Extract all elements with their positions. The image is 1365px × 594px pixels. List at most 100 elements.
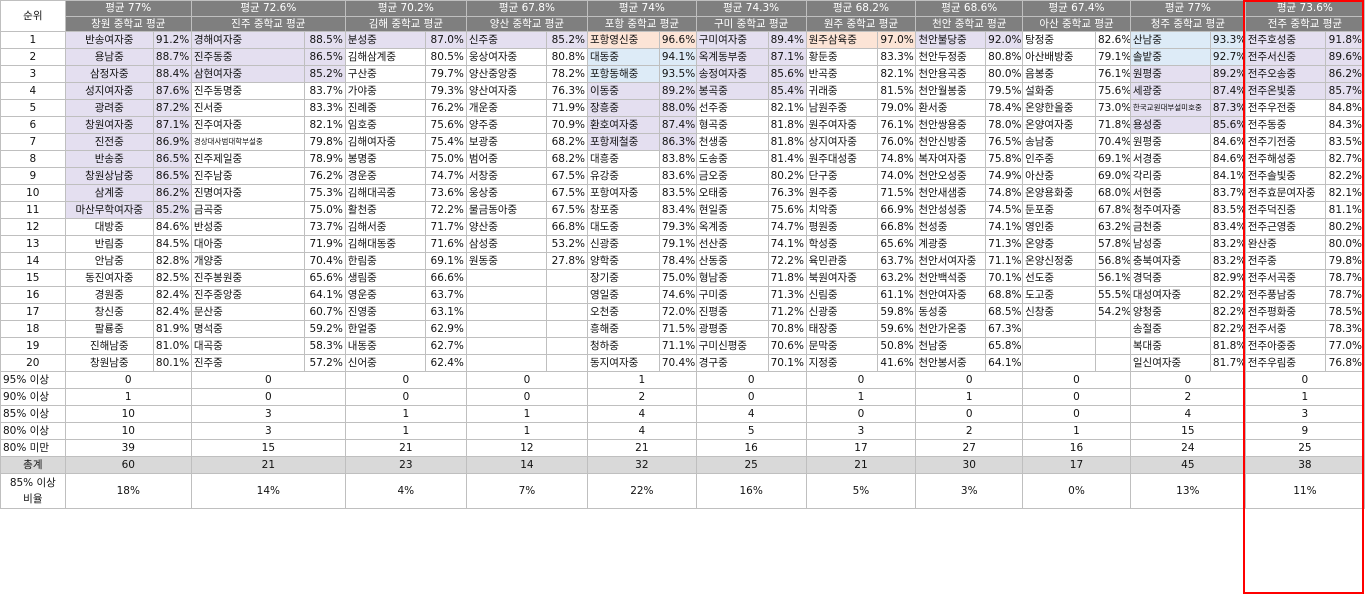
summary-count-cell[interactable]: 0 [695, 371, 807, 389]
summary-count-cell[interactable]: 21 [344, 439, 467, 457]
rate-cell[interactable]: 74.0% [877, 167, 917, 185]
rate-cell[interactable]: 76.0% [877, 133, 917, 151]
school-name-cell[interactable]: 성지여자중 [64, 82, 154, 100]
school-name-cell[interactable]: 원평중 [1129, 65, 1211, 83]
school-name-cell[interactable]: 원동중 [465, 252, 547, 270]
rate-cell[interactable]: 80.8% [985, 48, 1024, 66]
school-name-cell[interactable] [1022, 320, 1096, 338]
rate-cell[interactable]: 82.4% [152, 286, 192, 304]
school-name-cell[interactable] [465, 269, 547, 287]
rate-cell[interactable]: 79.3% [658, 218, 697, 236]
summary-count-cell[interactable]: 0 [1129, 371, 1246, 389]
rate-cell[interactable]: 68.5% [985, 303, 1024, 321]
school-name-cell[interactable]: 천안용곡중 [915, 65, 987, 83]
school-name-cell[interactable]: 진주중앙중 [190, 286, 305, 304]
school-name-cell[interactable]: 마산무학여자중 [64, 201, 154, 219]
school-name-cell[interactable]: 문막중 [805, 337, 879, 355]
school-name-cell[interactable]: 전주중 [1244, 252, 1326, 270]
rate-cell[interactable]: 85.2% [303, 65, 346, 83]
rate-cell[interactable]: 59.2% [303, 320, 346, 338]
school-name-cell[interactable]: 둔포중 [1022, 201, 1096, 219]
school-name-cell[interactable]: 진주봉원중 [190, 269, 305, 287]
rate-cell[interactable]: 74.1% [767, 235, 807, 253]
rate-cell[interactable]: 82.1% [303, 116, 346, 134]
school-name-cell[interactable]: 전주우림중 [1244, 354, 1326, 372]
school-name-cell[interactable]: 진명여자중 [190, 184, 305, 202]
school-name-cell[interactable]: 복자여자중 [915, 150, 987, 168]
school-name-cell[interactable]: 원주여자중 [805, 116, 879, 134]
rate-cell[interactable]: 82.8% [152, 252, 192, 270]
school-name-cell[interactable]: 신창중 [1022, 303, 1096, 321]
rate-cell[interactable]: 78.5% [1324, 303, 1365, 321]
rate-cell[interactable]: 66.8% [545, 218, 588, 236]
rate-cell[interactable]: 83.4% [658, 201, 697, 219]
school-name-cell[interactable]: 진례중 [344, 99, 426, 117]
rate-cell[interactable]: 71.5% [877, 184, 917, 202]
rate-cell[interactable]: 82.1% [767, 99, 807, 117]
school-name-cell[interactable]: 전주서곡중 [1244, 269, 1326, 287]
summary-count-cell[interactable]: 60 [64, 456, 192, 474]
school-name-cell[interactable]: 천안오성중 [915, 167, 987, 185]
school-name-cell[interactable]: 천안신방중 [915, 133, 987, 151]
school-name-cell[interactable]: 반송여자중 [64, 31, 154, 49]
school-name-cell[interactable]: 창포중 [586, 201, 660, 219]
school-name-cell[interactable]: 김해서중 [344, 218, 426, 236]
ratio-value-cell[interactable]: 18% [64, 473, 192, 509]
school-name-cell[interactable]: 창원여자중 [64, 116, 154, 134]
school-name-cell[interactable]: 천안월봉중 [915, 82, 987, 100]
school-name-cell[interactable]: 경상대사범대학부설중 [190, 133, 305, 151]
school-name-cell[interactable]: 대동중 [586, 48, 660, 66]
rate-cell[interactable]: 75.8% [985, 150, 1024, 168]
school-name-cell[interactable]: 한국교원대부설미호중 [1129, 99, 1211, 117]
summary-count-cell[interactable]: 24 [1129, 439, 1246, 457]
school-name-cell[interactable]: 김해대동중 [344, 235, 426, 253]
rate-cell[interactable]: 75.4% [424, 133, 467, 151]
rate-cell[interactable]: 71.7% [424, 218, 467, 236]
school-name-cell[interactable]: 학성중 [805, 235, 879, 253]
school-name-cell[interactable]: 김해대곡중 [344, 184, 426, 202]
rate-cell[interactable] [545, 354, 588, 372]
rate-cell[interactable]: 84.6% [152, 218, 192, 236]
summary-count-cell[interactable]: 1 [915, 388, 1024, 406]
school-name-cell[interactable]: 봉명중 [344, 150, 426, 168]
school-name-cell[interactable]: 전주평화중 [1244, 303, 1326, 321]
ratio-value-cell[interactable]: 4% [344, 473, 467, 509]
summary-count-cell[interactable]: 25 [695, 456, 807, 474]
school-name-cell[interactable]: 대아중 [190, 235, 305, 253]
rate-cell[interactable]: 83.4% [1209, 218, 1246, 236]
rate-cell[interactable]: 83.5% [1324, 133, 1365, 151]
school-name-cell[interactable]: 선주중 [695, 99, 769, 117]
school-name-cell[interactable]: 서현중 [1129, 184, 1211, 202]
summary-count-cell[interactable]: 4 [1129, 405, 1246, 423]
rate-cell[interactable]: 72.0% [658, 303, 697, 321]
school-name-cell[interactable]: 충북여자중 [1129, 252, 1211, 270]
school-name-cell[interactable]: 포항제철중 [586, 133, 660, 151]
school-name-cell[interactable]: 반송중 [64, 150, 154, 168]
rate-cell[interactable]: 71.6% [424, 235, 467, 253]
rate-cell[interactable]: 64.1% [303, 286, 346, 304]
rate-cell[interactable]: 87.6% [152, 82, 192, 100]
rate-cell[interactable]: 71.8% [1094, 116, 1131, 134]
rate-cell[interactable]: 67.5% [545, 167, 588, 185]
rate-cell[interactable]: 85.6% [767, 65, 807, 83]
school-name-cell[interactable]: 전주근영중 [1244, 218, 1326, 236]
school-name-cell[interactable]: 삼계중 [64, 184, 154, 202]
school-name-cell[interactable]: 명석중 [190, 320, 305, 338]
school-name-cell[interactable]: 김해여자중 [344, 133, 426, 151]
school-name-cell[interactable]: 이동중 [586, 82, 660, 100]
rate-cell[interactable]: 81.8% [767, 116, 807, 134]
rate-cell[interactable]: 83.3% [877, 48, 917, 66]
school-name-cell[interactable]: 구미여자중 [695, 31, 769, 49]
rate-cell[interactable]: 74.9% [985, 167, 1024, 185]
rate-cell[interactable]: 53.2% [545, 235, 588, 253]
rate-cell[interactable]: 83.6% [658, 167, 697, 185]
summary-count-cell[interactable]: 2 [1129, 388, 1246, 406]
summary-count-cell[interactable]: 21 [190, 456, 346, 474]
rate-cell[interactable]: 76.1% [1094, 65, 1131, 83]
rate-cell[interactable]: 94.1% [658, 48, 697, 66]
school-name-cell[interactable]: 송정여자중 [695, 65, 769, 83]
school-name-cell[interactable]: 대성여자중 [1129, 286, 1211, 304]
summary-count-cell[interactable]: 15 [1129, 422, 1246, 440]
rate-cell[interactable]: 75.0% [424, 150, 467, 168]
school-name-cell[interactable]: 생림중 [344, 269, 426, 287]
